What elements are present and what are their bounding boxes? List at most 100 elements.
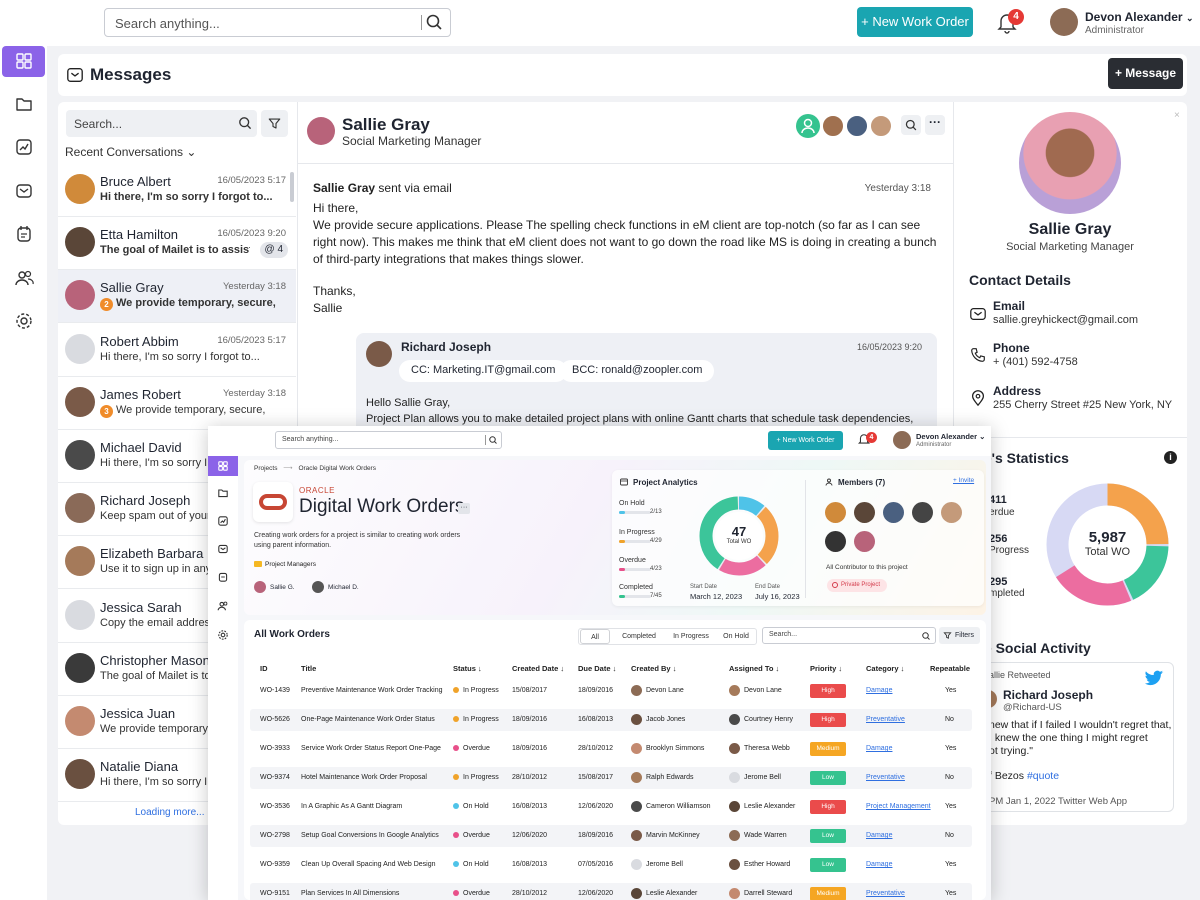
filters-button[interactable]: Filters: [939, 627, 980, 644]
conversation-search-input[interactable]: Search...: [66, 110, 257, 137]
folder-icon[interactable]: [14, 94, 34, 114]
conversation-item[interactable]: James Robert Yesterday 3:18 We provide tem…: [58, 377, 296, 430]
cc-chip[interactable]: CC: Marketing.IT@gmail.com: [399, 360, 568, 382]
cell-title[interactable]: Preventive Maintenance Work Order Tracki…: [301, 680, 443, 702]
email-value[interactable]: sallie.greyhickect@gmail.com: [993, 314, 1138, 326]
category-link[interactable]: Project Management: [866, 803, 931, 810]
category-link[interactable]: Damage: [866, 861, 892, 868]
member-avatar[interactable]: [854, 531, 875, 552]
list-search-input[interactable]: Search...: [762, 627, 936, 644]
member-avatar[interactable]: [883, 502, 904, 523]
cell-category[interactable]: Preventative: [866, 709, 905, 731]
cell-title[interactable]: Plan Services In All Dimensions: [301, 883, 399, 900]
filter-button[interactable]: [261, 110, 288, 137]
column-header[interactable]: Created Date ↓: [512, 664, 564, 673]
folder-icon[interactable]: [217, 487, 229, 499]
cell-title[interactable]: Setup Goal Conversions In Google Analyti…: [301, 825, 439, 847]
category-link[interactable]: Damage: [866, 687, 892, 694]
filter-tab-completed[interactable]: Completed: [614, 629, 664, 644]
cell-category[interactable]: Preventative: [866, 767, 905, 789]
recent-conversations-dropdown[interactable]: Recent Conversations ⌄: [65, 145, 196, 159]
search-icon[interactable]: [237, 115, 253, 131]
filter-tab-all[interactable]: All: [580, 629, 610, 644]
mail-icon[interactable]: [14, 181, 34, 201]
member-avatar[interactable]: [912, 502, 933, 523]
wo-new-work-order-button[interactable]: + New Work Order: [768, 431, 843, 450]
users-icon[interactable]: [14, 268, 34, 288]
search-icon[interactable]: [488, 435, 498, 445]
settings-icon[interactable]: [217, 629, 229, 641]
avatar: [631, 858, 642, 870]
conversation-item[interactable]: Bruce Albert 16/05/2023 5:17 Hi there, I'm…: [58, 164, 296, 217]
add-participant-icon[interactable]: [796, 114, 820, 138]
user-menu[interactable]: Devon Alexander ⌄ Administrator: [1050, 8, 1200, 40]
assigned-to-name: Theresa Webb: [744, 745, 790, 752]
conversation-item[interactable]: Robert Abbim 16/05/2023 5:17 Hi there, I'm…: [58, 324, 296, 377]
analytics-icon[interactable]: [14, 137, 34, 157]
column-header[interactable]: Status ↓: [453, 664, 482, 673]
message-text: We provide secure applications. Please T…: [313, 218, 937, 266]
member-avatar[interactable]: [825, 502, 846, 523]
new-work-order-button[interactable]: + New Work Order: [857, 7, 973, 37]
search-icon[interactable]: [921, 631, 931, 641]
cell-created-date: 15/08/2017: [512, 680, 547, 702]
member-avatar[interactable]: [825, 531, 846, 552]
participant-avatar[interactable]: [821, 114, 845, 138]
info-icon[interactable]: i: [1164, 451, 1177, 464]
analytics-icon[interactable]: [217, 515, 229, 527]
more-options-icon[interactable]: ···: [925, 115, 945, 135]
cell-category[interactable]: Damage: [866, 854, 892, 876]
due-date: 18/09/2016: [578, 687, 614, 694]
filter-tab-on-hold[interactable]: On Hold: [718, 629, 754, 644]
chevron-down-icon[interactable]: ⌄: [979, 432, 985, 441]
more-options-icon[interactable]: ···: [458, 503, 470, 514]
mail-icon[interactable]: [217, 543, 229, 555]
cell-title[interactable]: In A Graphic As A Gantt Diagram: [301, 796, 402, 818]
column-header[interactable]: Due Date ↓: [578, 664, 616, 673]
column-header[interactable]: Priority ↓: [810, 664, 842, 673]
member-avatar[interactable]: [941, 502, 962, 523]
calendar-icon[interactable]: [14, 224, 34, 244]
cell-category[interactable]: Damage: [866, 825, 892, 847]
breadcrumb-item[interactable]: Projects: [254, 465, 277, 472]
cell-title[interactable]: Hotel Maintenance Work Order Proposal: [301, 767, 427, 789]
close-icon[interactable]: ×: [1174, 110, 1180, 121]
cell-category[interactable]: Project Management: [866, 796, 931, 818]
column-header[interactable]: Category ↓: [866, 664, 904, 673]
users-icon[interactable]: [217, 600, 229, 612]
cell-category[interactable]: Damage: [866, 680, 892, 702]
new-message-button[interactable]: + Message: [1108, 58, 1183, 89]
invite-link[interactable]: + Invite: [953, 477, 974, 484]
participant-avatar[interactable]: [869, 114, 893, 138]
cell-title[interactable]: Service Work Order Status Report One-Pag…: [301, 738, 441, 760]
conversation-item[interactable]: Etta Hamilton 16/05/2023 9:20 The goal of …: [58, 217, 296, 271]
column-header[interactable]: Created By ↓: [631, 664, 676, 673]
settings-icon[interactable]: [14, 311, 34, 331]
participant-avatar[interactable]: [845, 114, 869, 138]
cell-category[interactable]: Damage: [866, 738, 892, 760]
phone-value[interactable]: + (401) 592-4758: [993, 356, 1078, 368]
member-avatar[interactable]: [854, 502, 875, 523]
cell-title[interactable]: One-Page Maintenance Work Order Status: [301, 709, 435, 731]
loading-more[interactable]: Loading more...: [135, 807, 205, 818]
wo-global-search-input[interactable]: Search anything...: [275, 431, 502, 449]
chat-search-button[interactable]: [901, 115, 921, 135]
search-icon[interactable]: [424, 12, 444, 32]
category-link[interactable]: Preventative: [866, 890, 905, 897]
category-link[interactable]: Preventative: [866, 716, 905, 723]
conversation-item[interactable]: Sallie Gray Yesterday 3:18 We provide temp…: [58, 270, 296, 324]
bcc-chip[interactable]: BCC: ronald@zoopler.com: [560, 360, 715, 382]
category-link[interactable]: Damage: [866, 745, 892, 752]
column-header[interactable]: Assigned To ↓: [729, 664, 779, 673]
hashtag-link[interactable]: #quote: [1027, 770, 1059, 782]
filter-tab-in-progress[interactable]: In Progress: [668, 629, 714, 644]
calendar-icon[interactable]: [217, 571, 229, 583]
category-link[interactable]: Damage: [866, 832, 892, 839]
wo-sidebar-item-dashboard[interactable]: [208, 456, 238, 476]
cell-category[interactable]: Preventative: [866, 883, 905, 900]
global-search-input[interactable]: Search anything...: [104, 8, 451, 37]
sidebar-item-dashboard[interactable]: [2, 46, 45, 77]
cell-title[interactable]: Clean Up Overall Spacing And Web Design: [301, 854, 436, 876]
category-link[interactable]: Preventative: [866, 774, 905, 781]
column-header[interactable]: Repeatable: [930, 664, 970, 673]
